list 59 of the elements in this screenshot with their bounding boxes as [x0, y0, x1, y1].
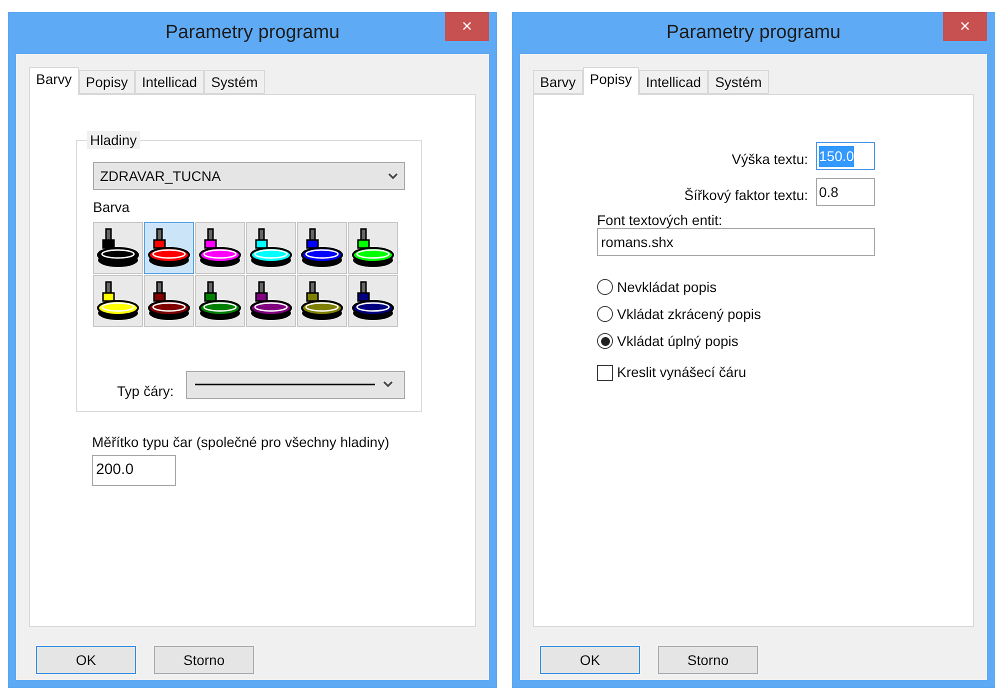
radio-option[interactable]: Nevkládat popis — [597, 276, 717, 298]
paint-bucket-icon — [249, 279, 293, 323]
radio-option[interactable]: Vkládat zkrácený popis — [597, 303, 761, 325]
paint-bucket-icon — [96, 279, 140, 323]
tab[interactable]: Intellicad — [638, 70, 708, 94]
checkbox-option[interactable]: Kreslit vynášecí čáru — [597, 362, 746, 383]
close-button[interactable]: × — [943, 12, 987, 41]
layer-dropdown[interactable]: ZDRAVAR_TUCNA — [93, 162, 405, 190]
paint-bucket-icon — [300, 226, 344, 270]
paint-bucket-icon — [351, 226, 395, 270]
chevron-down-icon — [388, 172, 398, 180]
paint-bucket-icon — [351, 279, 395, 323]
color-swatch[interactable] — [195, 222, 245, 274]
line-type-dropdown[interactable] — [186, 370, 405, 398]
paint-bucket-icon — [198, 226, 242, 270]
color-swatch[interactable] — [297, 275, 347, 327]
group-title: Hladiny — [87, 131, 140, 149]
paint-bucket-icon — [300, 279, 344, 323]
tab[interactable]: Barvy — [29, 67, 79, 95]
tab[interactable]: Systém — [204, 70, 265, 94]
color-swatch[interactable] — [348, 222, 398, 274]
color-swatch[interactable] — [144, 222, 194, 274]
close-button[interactable]: × — [445, 12, 489, 41]
color-swatch[interactable] — [246, 275, 296, 327]
chevron-down-icon — [382, 381, 393, 388]
line-type-label: Typ čáry: — [117, 382, 174, 401]
tab[interactable]: Popisy — [582, 67, 639, 95]
color-swatch[interactable] — [195, 275, 245, 327]
paint-bucket-icon — [198, 279, 242, 323]
font-field[interactable]: romans.shx — [597, 228, 875, 256]
dialog-button[interactable]: OK — [36, 646, 136, 674]
window-title: Parametry programu — [165, 20, 340, 45]
color-swatch[interactable] — [144, 275, 194, 327]
paint-bucket-icon — [147, 226, 191, 270]
radio-option[interactable]: Vkládat úplný popis — [597, 330, 738, 352]
color-swatch[interactable] — [246, 222, 296, 274]
dialog-button[interactable]: OK — [540, 646, 640, 674]
scale-label: Měřítko typu čar (společné pro všechny hladiny) — [92, 433, 390, 452]
color-label: Barva — [93, 198, 130, 216]
paint-bucket-icon — [96, 226, 140, 270]
dialog-button[interactable]: Storno — [154, 646, 254, 674]
scale-field[interactable]: 200.0 — [92, 455, 176, 486]
color-swatch[interactable] — [297, 222, 347, 274]
color-swatch[interactable] — [93, 275, 143, 327]
font-label: Font textových entit: — [597, 212, 722, 228]
solid-line-icon — [194, 383, 375, 386]
paint-bucket-icon — [249, 226, 293, 270]
dialog-button[interactable]: Storno — [658, 646, 758, 674]
tab[interactable]: Popisy — [78, 70, 135, 94]
field-label: Výška textu: — [732, 150, 808, 169]
text-field[interactable]: 0.8 — [816, 178, 875, 206]
paint-bucket-icon — [147, 279, 191, 323]
color-swatch[interactable] — [93, 222, 143, 274]
window-title: Parametry programu — [666, 20, 841, 45]
color-swatch[interactable] — [348, 275, 398, 327]
field-label: Šířkový faktor textu: — [684, 186, 808, 205]
tab[interactable]: Intellicad — [134, 70, 204, 94]
tab[interactable]: Barvy — [533, 70, 583, 94]
tab[interactable]: Systém — [708, 70, 769, 94]
